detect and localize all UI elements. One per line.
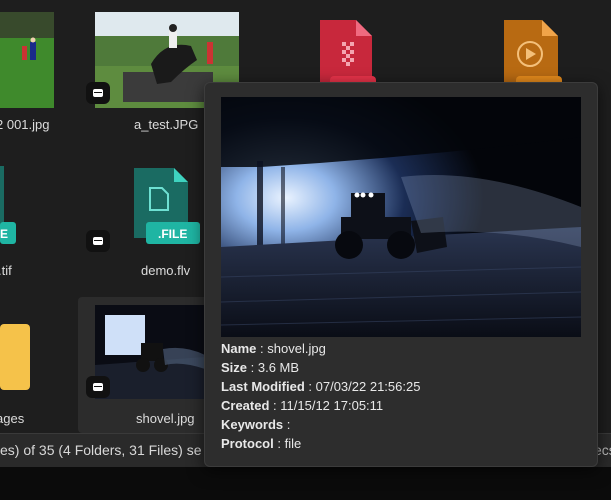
file-label: demo.flv bbox=[141, 263, 191, 278]
meta-keywords-row: Keywords : bbox=[221, 417, 291, 432]
grid-item-images-folder[interactable]: ages bbox=[0, 300, 70, 433]
grid-item-media[interactable] bbox=[490, 0, 580, 96]
drive-badge bbox=[86, 82, 110, 104]
generic-file-icon bbox=[134, 168, 200, 244]
meta-label: Protocol bbox=[221, 436, 274, 451]
grid-item-shovel[interactable]: shovel.jpg bbox=[86, 300, 210, 433]
grid-item-demo-flv[interactable]: .FILE demo.flv bbox=[86, 150, 210, 290]
meta-name-row: Name : shovel.jpg bbox=[221, 341, 326, 356]
thumbnail-sports-field bbox=[0, 12, 54, 108]
file-badge-text: E bbox=[0, 227, 9, 241]
file-badge-text: .FILE bbox=[158, 227, 188, 241]
file-label: shovel.jpg bbox=[136, 411, 195, 426]
folder-icon bbox=[0, 324, 30, 390]
meta-label: Size bbox=[221, 360, 248, 375]
meta-size-row: Size : 3.6 MB bbox=[221, 360, 300, 375]
grid-item-tif[interactable]: E .tif bbox=[0, 150, 70, 290]
meta-label: Name bbox=[221, 341, 257, 356]
file-label: .tif bbox=[0, 263, 12, 278]
meta-value: shovel.jpg bbox=[267, 341, 326, 356]
meta-modified-row: Last Modified : 07/03/22 21:56:25 bbox=[221, 379, 421, 394]
file-label: ages bbox=[0, 411, 25, 426]
footer-bar bbox=[0, 467, 611, 500]
file-info-tooltip: Name : shovel.jpg Size : 3.6 MB Last Mod… bbox=[204, 82, 598, 467]
meta-label: Keywords bbox=[221, 417, 284, 432]
meta-value: 11/15/12 17:05:11 bbox=[280, 398, 384, 413]
meta-value: 07/03/22 21:56:25 bbox=[315, 379, 421, 394]
meta-protocol-row: Protocol : file bbox=[221, 436, 302, 451]
file-metadata: Name : shovel.jpg Size : 3.6 MB Last Mod… bbox=[221, 339, 420, 453]
drive-badge bbox=[86, 376, 110, 398]
image-preview bbox=[221, 97, 581, 337]
grid-item-pdf[interactable] bbox=[300, 0, 390, 96]
meta-label: Last Modified bbox=[221, 379, 305, 394]
generic-file-icon bbox=[0, 166, 16, 244]
selection-status-text: es) of 35 (4 Folders, 31 Files) se bbox=[0, 442, 202, 458]
thumbnail-shovel bbox=[95, 305, 205, 399]
drive-badge bbox=[86, 230, 110, 252]
meta-created-row: Created : 11/15/12 17:05:11 bbox=[221, 398, 384, 413]
file-label: a_test.JPG bbox=[134, 117, 199, 132]
meta-value: file bbox=[284, 436, 302, 451]
grid-item-jpg-001[interactable]: 2 001.jpg bbox=[0, 0, 70, 140]
meta-label: Created bbox=[221, 398, 270, 413]
meta-value: 3.6 MB bbox=[257, 360, 300, 375]
file-label: 2 001.jpg bbox=[0, 117, 50, 132]
